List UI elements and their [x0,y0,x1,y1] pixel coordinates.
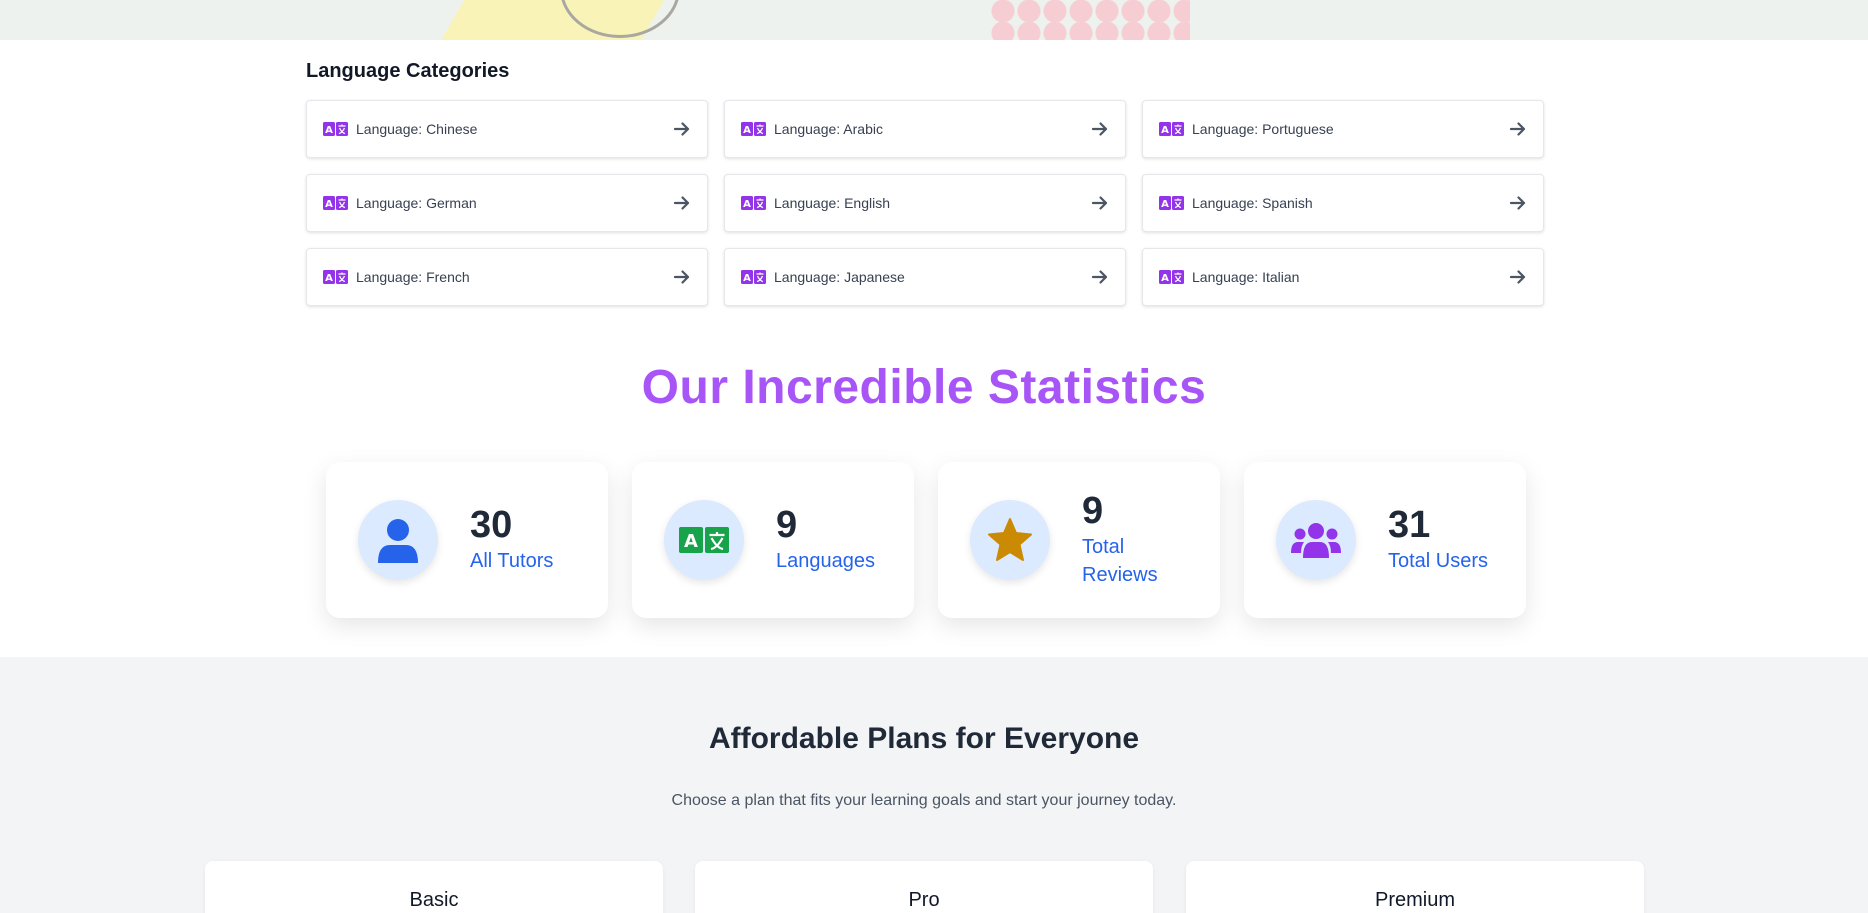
plan-name: Basic [409,889,459,911]
star-icon [970,500,1050,580]
arrow-right-icon [673,120,691,138]
language-card[interactable]: A Language: Italian [1142,248,1544,306]
svg-text:A: A [1161,199,1169,210]
statistics-row: 30 All Tutors A 9 Languages 9 Total Revi… [326,462,1526,618]
pricing-section: Affordable Plans for Everyone Choose a p… [0,657,1868,913]
users-icon [1276,500,1356,580]
language-icon: A [323,122,348,136]
language-card-label: Language: English [774,195,890,211]
svg-text:A: A [325,273,333,284]
language-card[interactable]: A Language: English [724,174,1126,232]
stat-card-reviews: 9 Total Reviews [938,462,1220,618]
language-card-label: Language: Portuguese [1192,121,1334,137]
language-icon: A [741,122,766,136]
plan-card-pro[interactable]: Pro [695,861,1153,913]
svg-text:A: A [325,125,333,136]
stat-card-tutors: 30 All Tutors [326,462,608,618]
language-categories-title: Language Categories [306,60,510,82]
hero-decoration-honeycomb [990,0,1190,40]
stat-label: Languages [776,549,875,572]
language-icon: A [1159,270,1184,284]
language-card-label: Language: Arabic [774,121,883,137]
plan-name: Pro [908,889,940,911]
arrow-right-icon [1091,268,1109,286]
stat-value: 31 [1388,504,1431,547]
stat-card-users: 31 Total Users [1244,462,1526,618]
arrow-right-icon [1509,194,1527,212]
stat-card-languages: A 9 Languages [632,462,914,618]
stat-value: 30 [470,504,513,547]
svg-text:A: A [1161,125,1169,136]
plan-card-basic[interactable]: Basic [205,861,663,913]
svg-text:A: A [325,199,333,210]
arrow-right-icon [673,194,691,212]
language-card[interactable]: A Language: Japanese [724,248,1126,306]
stat-label: All Tutors [470,549,554,572]
hero-banner-bottom [0,0,1868,40]
arrow-right-icon [1509,120,1527,138]
pricing-title: Affordable Plans for Everyone [708,722,1140,755]
arrow-right-icon [673,268,691,286]
language-icon: A [664,500,744,580]
arrow-right-icon [1091,120,1109,138]
language-card[interactable]: A Language: Chinese [306,100,708,158]
language-card-label: Language: Italian [1192,269,1300,285]
language-icon: A [741,270,766,284]
stat-value: 9 [776,504,798,547]
arrow-right-icon [1091,194,1109,212]
svg-text:A: A [743,273,751,284]
language-card-label: Language: German [356,195,477,211]
language-card[interactable]: A Language: French [306,248,708,306]
language-icon: A [323,270,348,284]
user-icon [358,500,438,580]
language-icon: A [1159,122,1184,136]
language-card-label: Language: Japanese [774,269,905,285]
language-card[interactable]: A Language: Arabic [724,100,1126,158]
language-card[interactable]: A Language: German [306,174,708,232]
language-card[interactable]: A Language: Spanish [1142,174,1544,232]
language-card[interactable]: A Language: Portuguese [1142,100,1544,158]
language-card-label: Language: Chinese [356,121,478,137]
svg-text:A: A [1161,273,1169,284]
stat-label: Total Users [1388,549,1489,572]
svg-text:A: A [743,199,751,210]
language-card-label: Language: French [356,269,470,285]
plan-name: Premium [1374,889,1455,911]
stat-value: 9 [1082,490,1104,533]
stat-label: Total Reviews [1082,535,1158,586]
statistics-title: Our Incredible Statistics [641,361,1207,414]
plan-card-premium[interactable]: Premium [1186,861,1644,913]
language-icon: A [741,196,766,210]
language-categories-grid: A Language: Chinese A Language: Arabic A… [306,100,1544,306]
language-icon: A [1159,196,1184,210]
language-card-label: Language: Spanish [1192,195,1313,211]
arrow-right-icon [1509,268,1527,286]
svg-text:A: A [743,125,751,136]
svg-text:A: A [684,531,698,552]
pricing-subtitle: Choose a plan that fits your learning go… [671,792,1177,809]
language-icon: A [323,196,348,210]
